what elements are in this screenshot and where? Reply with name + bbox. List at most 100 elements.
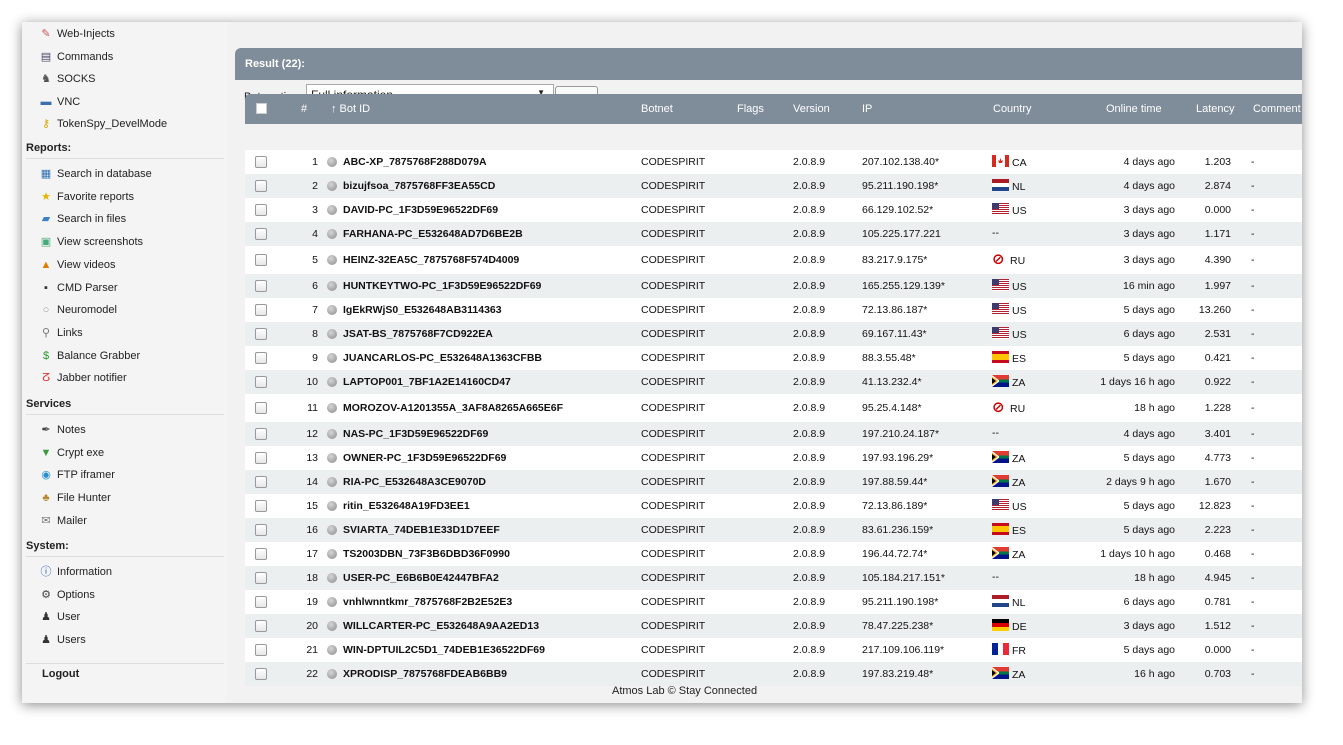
row-checkbox[interactable] — [255, 304, 267, 316]
sidebar-item-tokenspy-develmode[interactable]: ⚷ TokenSpy_DevelMode — [40, 115, 167, 133]
sidebar-item-vnc[interactable]: ▬ VNC — [40, 93, 81, 111]
bot-id-link[interactable]: MOROZOV-A1201355A_3AF8A8265A665E6F — [343, 402, 563, 414]
bot-id-link[interactable]: NAS-PC_1F3D59E96522DF69 — [343, 428, 488, 440]
sidebar-item-web-injects[interactable]: ✎ Web-Injects — [40, 25, 114, 43]
col-num[interactable]: # — [301, 103, 307, 115]
table-row[interactable]: 15 ritin_E532648A19FD3EE1 CODESPIRIT 2.0.8.… — [245, 494, 1302, 518]
bot-id-link[interactable]: ABC-XP_7875768F288D079A — [343, 156, 487, 168]
table-row[interactable]: 3 DAVID-PC_1F3D59E96522DF69 CODESPIRIT 2.0.… — [245, 198, 1302, 222]
sidebar-item-user[interactable]: ♟ User — [40, 608, 80, 626]
row-checkbox[interactable] — [255, 204, 267, 216]
row-checkbox[interactable] — [255, 228, 267, 240]
row-checkbox[interactable] — [255, 352, 267, 364]
row-checkbox[interactable] — [255, 428, 267, 440]
bot-id-link[interactable]: JUANCARLOS-PC_E532648A1363CFBB — [343, 352, 542, 364]
table-row[interactable]: 4 FARHANA-PC_E532648AD7D6BE2B CODESPIRIT 2.… — [245, 222, 1302, 246]
bot-id-link[interactable]: vnhlwnntkmr_7875768F2B2E52E3 — [343, 596, 512, 608]
row-checkbox[interactable] — [255, 548, 267, 560]
col-bot-id[interactable]: ↑ Bot ID — [331, 103, 370, 115]
col-version[interactable]: Version — [793, 103, 830, 115]
sidebar-item-view-videos[interactable]: ▲ View videos — [40, 256, 116, 274]
col-ip[interactable]: IP — [862, 103, 872, 115]
col-comment[interactable]: Comment — [1253, 103, 1301, 115]
sidebar-item-search-in-files[interactable]: ▰ Search in files — [40, 210, 126, 228]
sidebar-item-information[interactable]: ⓘ Information — [40, 563, 113, 581]
sidebar-item-file-hunter[interactable]: ♣ File Hunter — [40, 489, 110, 507]
logout-link[interactable]: Logout — [42, 668, 79, 680]
table-row[interactable]: 9 JUANCARLOS-PC_E532648A1363CFBB CODESPIRI… — [245, 346, 1302, 370]
row-checkbox[interactable] — [255, 180, 267, 192]
table-row[interactable]: 16 SVIARTA_74DEB1E33D1D7EEF CODESPIRIT 2.0.… — [245, 518, 1302, 542]
bot-id-link[interactable]: DAVID-PC_1F3D59E96522DF69 — [343, 204, 498, 216]
bot-id-link[interactable]: XPRODISP_7875768FDEAB6BB9 — [343, 668, 507, 680]
row-checkbox[interactable] — [255, 620, 267, 632]
bot-id-link[interactable]: RIA-PC_E532648A3CE9070D — [343, 476, 486, 488]
row-checkbox[interactable] — [255, 328, 267, 340]
row-checkbox[interactable] — [255, 572, 267, 584]
sidebar-item-links[interactable]: ⚲ Links — [40, 324, 83, 342]
table-row[interactable]: 21 WIN-DPTUIL2C5D1_74DEB1E36522DF69 CODESP… — [245, 638, 1302, 662]
row-checkbox[interactable] — [255, 644, 267, 656]
table-row[interactable]: 5 HEINZ-32EA5C_7875768F574D4009 CODESPIRIT… — [245, 246, 1302, 274]
sidebar-item-balance-grabber[interactable]: $ Balance Grabber — [40, 347, 140, 365]
bot-id-link[interactable]: USER-PC_E6B6B0E42447BFA2 — [343, 572, 499, 584]
row-checkbox[interactable] — [255, 596, 267, 608]
table-row[interactable]: 18 USER-PC_E6B6B0E42447BFA2 CODESPIRIT 2.0.… — [245, 566, 1302, 590]
sidebar-item-options[interactable]: ⚙ Options — [40, 586, 95, 604]
table-row[interactable]: 17 TS2003DBN_73F3B6DBD36F0990 CODESPIRIT 2.… — [245, 542, 1302, 566]
table-row[interactable]: 11 MOROZOV-A1201355A_3AF8A8265A665E6F CODE… — [245, 394, 1302, 422]
col-botnet[interactable]: Botnet — [641, 103, 673, 115]
table-row[interactable]: 20 WILLCARTER-PC_E532648A9AA2ED13 CODESPIR… — [245, 614, 1302, 638]
select-all-checkbox[interactable] — [256, 103, 267, 114]
row-checkbox[interactable] — [255, 668, 267, 680]
col-flags[interactable]: Flags — [737, 103, 764, 115]
bot-id-link[interactable]: LAPTOP001_7BF1A2E14160CD47 — [343, 376, 511, 388]
sidebar-item-notes[interactable]: ✒ Notes — [40, 421, 85, 439]
bot-id-link[interactable]: ritin_E532648A19FD3EE1 — [343, 500, 470, 512]
bot-id-link[interactable]: JSAT-BS_7875768F7CD922EA — [343, 328, 493, 340]
row-checkbox[interactable] — [255, 500, 267, 512]
sidebar-item-view-screenshots[interactable]: ▣ View screenshots — [40, 233, 143, 251]
table-row[interactable]: 8 JSAT-BS_7875768F7CD922EA CODESPIRIT 2.0.8… — [245, 322, 1302, 346]
table-row[interactable]: 13 OWNER-PC_1F3D59E96522DF69 CODESPIRIT 2.0… — [245, 446, 1302, 470]
col-latency[interactable]: Latency — [1196, 103, 1235, 115]
row-checkbox[interactable] — [255, 402, 267, 414]
table-row[interactable]: 6 HUNTKEYTWO-PC_1F3D59E96522DF69 CODESPIRI… — [245, 274, 1302, 298]
row-checkbox[interactable] — [255, 156, 267, 168]
bot-id-link[interactable]: FARHANA-PC_E532648AD7D6BE2B — [343, 228, 523, 240]
sidebar-item-favorite-reports[interactable]: ★ Favorite reports — [40, 188, 134, 206]
sidebar-item-search-in-database[interactable]: ▦ Search in database — [40, 165, 152, 183]
col-online-time[interactable]: Online time — [1106, 103, 1162, 115]
sidebar-item-users[interactable]: ♟ Users — [40, 631, 86, 649]
table-row[interactable]: 10 LAPTOP001_7BF1A2E14160CD47 CODESPIRIT 2.… — [245, 370, 1302, 394]
row-checkbox[interactable] — [255, 254, 267, 266]
table-row[interactable]: 1 ABC-XP_7875768F288D079A CODESPIRIT 2.0.8.… — [245, 150, 1302, 174]
row-checkbox[interactable] — [255, 376, 267, 388]
sidebar-item-socks[interactable]: ♞ SOCKS — [40, 70, 95, 88]
col-country[interactable]: Country — [993, 103, 1032, 115]
row-checkbox[interactable] — [255, 476, 267, 488]
bot-id-link[interactable]: HUNTKEYTWO-PC_1F3D59E96522DF69 — [343, 280, 541, 292]
bot-id-link[interactable]: IgEkRWjS0_E532648AB3114363 — [343, 304, 502, 316]
table-row[interactable]: 7 IgEkRWjS0_E532648AB3114363 CODESPIRIT 2.0… — [245, 298, 1302, 322]
sidebar-item-crypt-exe[interactable]: ▼ Crypt exe — [40, 444, 105, 462]
table-row[interactable]: 19 vnhlwnntkmr_7875768F2B2E52E3 CODESPIRIT… — [245, 590, 1302, 614]
sidebar-item-commands[interactable]: ▤ Commands — [40, 48, 113, 66]
table-row[interactable]: 14 RIA-PC_E532648A3CE9070D CODESPIRIT 2.0.8… — [245, 470, 1302, 494]
sidebar-item-jabber-notifier[interactable]: ⵒ Jabber notifier — [40, 369, 127, 387]
table-row[interactable]: 22 XPRODISP_7875768FDEAB6BB9 CODESPIRIT 2.0… — [245, 662, 1302, 686]
sidebar-item-ftp-iframer[interactable]: ◉ FTP iframer — [40, 466, 115, 484]
bot-id-link[interactable]: TS2003DBN_73F3B6DBD36F0990 — [343, 548, 510, 560]
bot-id-link[interactable]: HEINZ-32EA5C_7875768F574D4009 — [343, 254, 519, 266]
sidebar-item-mailer[interactable]: ✉ Mailer — [40, 512, 87, 530]
bot-id-link[interactable]: SVIARTA_74DEB1E33D1D7EEF — [343, 524, 500, 536]
bot-id-link[interactable]: bizujfsoa_7875768FF3EA55CD — [343, 180, 495, 192]
bot-id-link[interactable]: WILLCARTER-PC_E532648A9AA2ED13 — [343, 620, 539, 632]
row-checkbox[interactable] — [255, 524, 267, 536]
sidebar-item-cmd-parser[interactable]: ▪ CMD Parser — [40, 279, 117, 297]
table-row[interactable]: 2 bizujfsoa_7875768FF3EA55CD CODESPIRIT 2.0… — [245, 174, 1302, 198]
sidebar-item-neuromodel[interactable]: ○ Neuromodel — [40, 301, 117, 319]
table-row[interactable]: 12 NAS-PC_1F3D59E96522DF69 CODESPIRIT 2.0.8… — [245, 422, 1302, 446]
row-checkbox[interactable] — [255, 452, 267, 464]
row-checkbox[interactable] — [255, 280, 267, 292]
